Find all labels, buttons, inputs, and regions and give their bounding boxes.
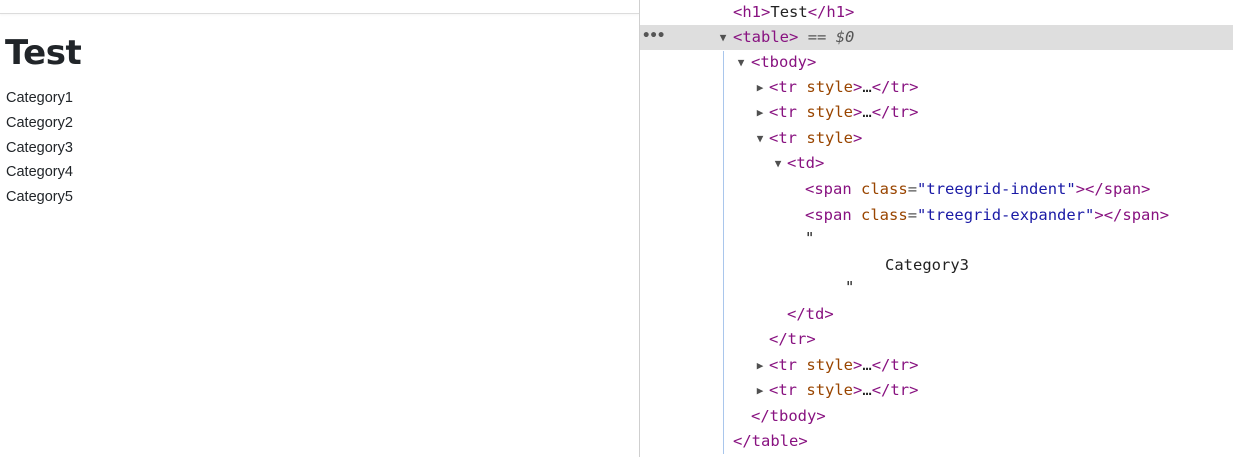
collapse-arrow-icon[interactable]: ▼ [735, 50, 747, 75]
tag-name: tr [890, 381, 910, 399]
attribute-name: style [806, 78, 854, 96]
attribute-name: style [806, 129, 854, 147]
dom-node-span-indent[interactable]: <span class="treegrid-indent"></span> [640, 177, 1233, 202]
more-actions-icon[interactable]: ••• [642, 25, 665, 50]
tag-name: span [1122, 206, 1160, 224]
dom-node-span-expander[interactable]: <span class="treegrid-expander"></span> [640, 203, 1233, 228]
dom-node-tr-collapsed[interactable]: ▶ <tr style>…</tr> [640, 75, 1233, 100]
collapsed-ellipsis: … [862, 381, 872, 399]
tag-name: h1 [826, 3, 846, 21]
tag-name: span [814, 206, 852, 224]
category-row[interactable]: Category5 [6, 187, 73, 212]
dom-text-node-close-quote[interactable]: " [640, 275, 1233, 300]
tag-name: tbody [760, 53, 808, 71]
dom-node-tr-expanded[interactable]: ▼ <tr style> [640, 126, 1233, 151]
category-row[interactable]: Category4 [6, 162, 73, 187]
collapse-arrow-icon[interactable]: ▼ [717, 25, 729, 50]
dom-node-tbody[interactable]: ▼ <tbody> [640, 50, 1233, 75]
page-preview: Test Category1 Category2 Category3 Categ… [0, 0, 639, 457]
tag-name: tr [778, 78, 798, 96]
dom-node-table-selected[interactable]: ••• ▼ <table> == $0 [640, 25, 1233, 50]
dom-node-h1[interactable]: <h1>Test</h1> [640, 0, 1233, 25]
attribute-name: style [806, 103, 854, 121]
tag-name: tr [787, 330, 807, 348]
tag-name: h1 [742, 3, 762, 21]
tag-name: tr [778, 356, 798, 374]
selected-node-marker: == $0 [807, 28, 855, 46]
expand-arrow-icon[interactable]: ▶ [754, 100, 766, 125]
page-title: Test [5, 33, 82, 73]
dom-node-tbody-close[interactable]: </tbody> [640, 404, 1233, 429]
text-node: Test [770, 3, 808, 21]
tag-name: table [742, 28, 790, 46]
tag-name: tr [890, 78, 910, 96]
dom-node-table-close[interactable]: </table> [640, 429, 1233, 454]
dom-node-tr-collapsed[interactable]: ▶ <tr style>…</tr> [640, 378, 1233, 403]
tag-name: td [805, 305, 825, 323]
tag-name: tr [890, 103, 910, 121]
tag-name: span [814, 180, 852, 198]
dom-text-node-open-quote[interactable]: " [640, 226, 1233, 251]
tag-name: span [1103, 180, 1142, 198]
tag-name: tr [778, 381, 798, 399]
collapsed-ellipsis: … [862, 78, 872, 96]
attribute-value: treegrid-expander [926, 206, 1086, 224]
category-row[interactable]: Category3 [6, 138, 73, 163]
tag-name: table [751, 432, 799, 450]
quote-mark: " [845, 278, 855, 296]
attribute-value: treegrid-indent [926, 180, 1067, 198]
tag-name: td [796, 154, 816, 172]
collapsed-ellipsis: … [862, 356, 872, 374]
tag-name: tbody [769, 407, 817, 425]
quote-mark: " [805, 229, 815, 247]
collapse-arrow-icon[interactable]: ▼ [772, 151, 784, 176]
dom-node-td[interactable]: ▼ <td> [640, 151, 1233, 176]
category-table: Category1 Category2 Category3 Category4 … [6, 88, 73, 212]
tag-name: tr [778, 129, 798, 147]
tag-name: tr [890, 356, 910, 374]
collapsed-ellipsis: … [862, 103, 872, 121]
expand-arrow-icon[interactable]: ▶ [754, 75, 766, 100]
category-row[interactable]: Category1 [6, 88, 73, 113]
dom-node-td-close[interactable]: </td> [640, 302, 1233, 327]
expand-arrow-icon[interactable]: ▶ [754, 353, 766, 378]
category-row[interactable]: Category2 [6, 113, 73, 138]
page-top-bar [0, 0, 639, 14]
attribute-name: style [806, 381, 854, 399]
attribute-name: class [861, 206, 908, 224]
tag-name: tr [778, 103, 798, 121]
dom-node-tr-collapsed[interactable]: ▶ <tr style>…</tr> [640, 100, 1233, 125]
dom-node-tr-collapsed[interactable]: ▶ <tr style>…</tr> [640, 353, 1233, 378]
expand-arrow-icon[interactable]: ▶ [754, 378, 766, 403]
dom-node-tr-close[interactable]: </tr> [640, 327, 1233, 352]
devtools-elements-panel: <h1>Test</h1> ••• ▼ <table> == $0 ▼ <tbo… [640, 0, 1233, 457]
attribute-name: class [861, 180, 908, 198]
attribute-name: style [806, 356, 854, 374]
collapse-arrow-icon[interactable]: ▼ [754, 126, 766, 151]
